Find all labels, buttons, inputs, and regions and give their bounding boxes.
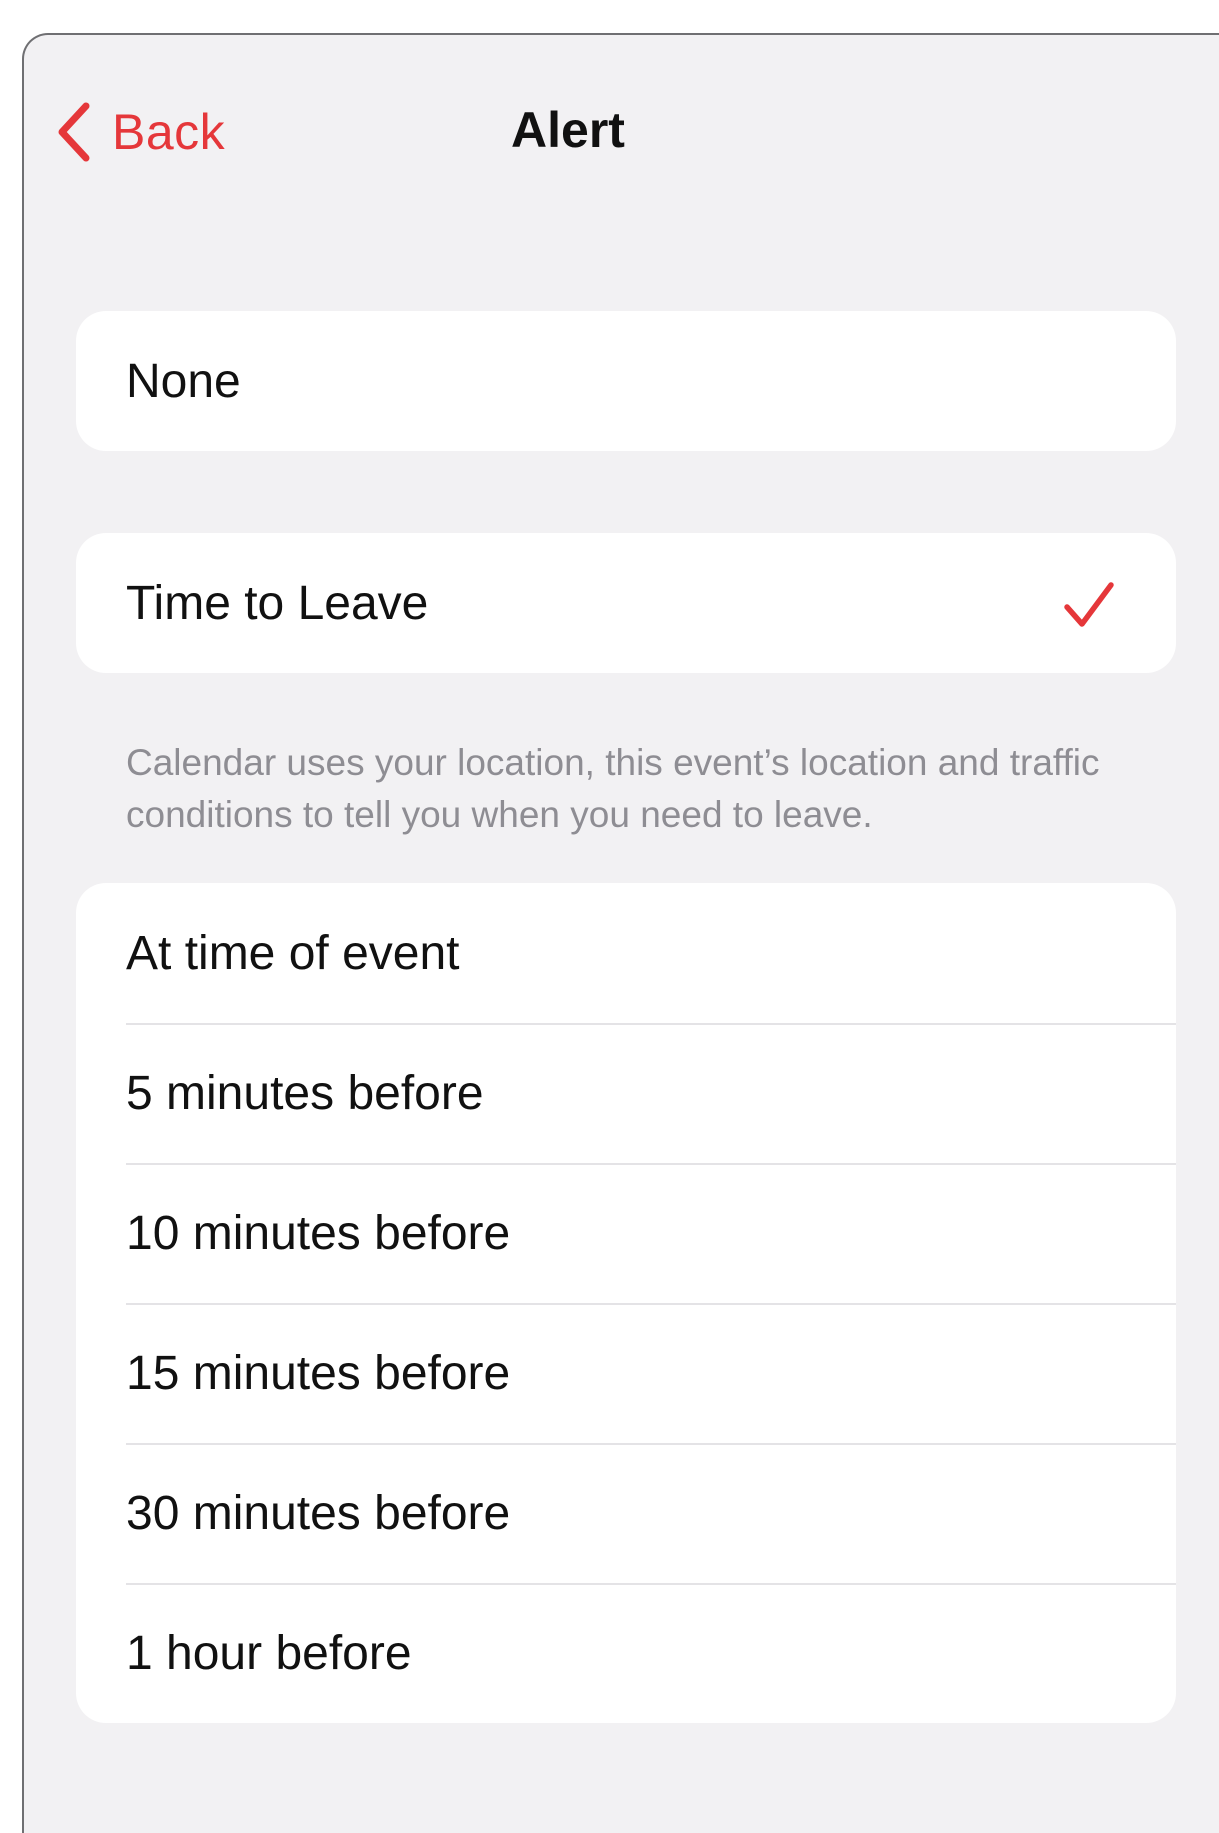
none-group: None: [76, 311, 1176, 451]
option-label: 15 minutes before: [126, 1346, 511, 1400]
option-5-minutes-before[interactable]: 5 minutes before: [76, 1023, 1176, 1163]
option-time-to-leave[interactable]: Time to Leave: [76, 533, 1176, 673]
option-1-hour-before[interactable]: 1 hour before: [76, 1583, 1176, 1723]
option-label: 10 minutes before: [126, 1206, 511, 1260]
alert-screen: Back Alert None Time to Leave Calendar u…: [22, 33, 1219, 1833]
option-10-minutes-before[interactable]: 10 minutes before: [76, 1163, 1176, 1303]
option-label: 5 minutes before: [126, 1066, 484, 1120]
time-to-leave-footnote: Calendar uses your location, this event’…: [126, 742, 1100, 835]
option-label: None: [126, 354, 241, 408]
option-label: 30 minutes before: [126, 1486, 511, 1540]
option-15-minutes-before[interactable]: 15 minutes before: [76, 1303, 1176, 1443]
option-at-time-of-event[interactable]: At time of event: [76, 883, 1176, 1023]
option-label: 1 hour before: [126, 1626, 412, 1680]
navigation-bar: Back Alert: [24, 35, 1219, 205]
checkmark-icon: [1062, 579, 1116, 631]
option-label: At time of event: [126, 926, 460, 980]
alert-time-options: At time of event 5 minutes before 10 min…: [76, 883, 1176, 1723]
time-to-leave-group: Time to Leave: [76, 533, 1176, 673]
option-label: Time to Leave: [126, 576, 429, 630]
option-30-minutes-before[interactable]: 30 minutes before: [76, 1443, 1176, 1583]
page-title: Alert: [511, 102, 625, 158]
option-none[interactable]: None: [76, 311, 1176, 451]
